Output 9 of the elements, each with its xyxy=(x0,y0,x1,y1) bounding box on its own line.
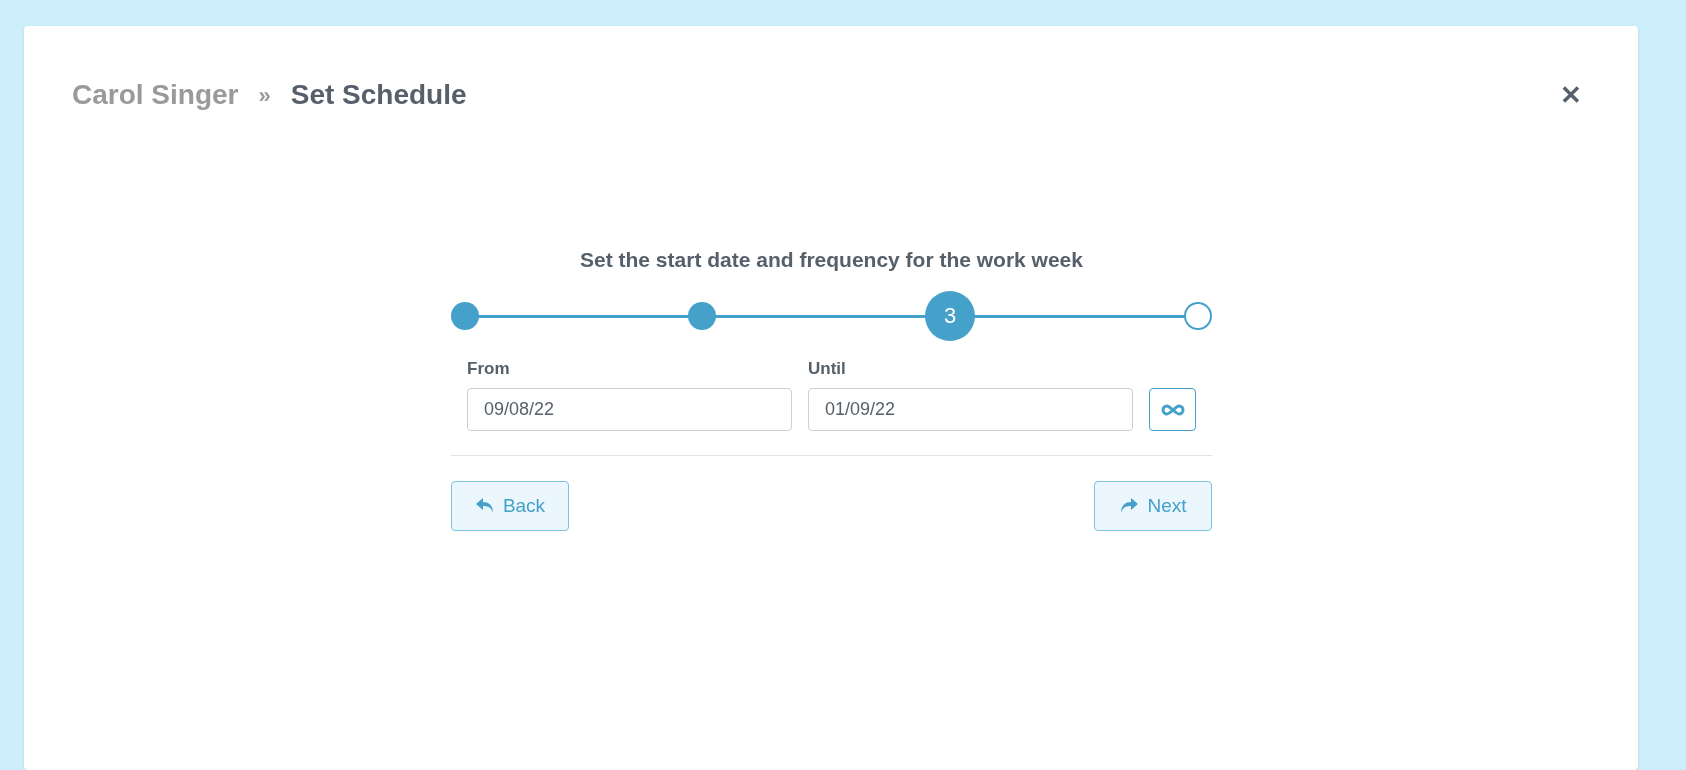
close-button[interactable]: ✕ xyxy=(1560,82,1582,108)
current-step: 3 xyxy=(925,290,975,341)
date-field[interactable]: 01/09/22 xyxy=(808,388,1133,431)
page-title: Set Schedule xyxy=(290,78,467,112)
date-field[interactable]: 09/08/22 xyxy=(467,388,792,431)
field-label: Until xyxy=(808,357,846,380)
field-label: From xyxy=(467,357,510,380)
breadcrumb-separator: » xyxy=(258,81,271,110)
step-heading: Set the start date and frequency for the work week xyxy=(579,247,1084,273)
